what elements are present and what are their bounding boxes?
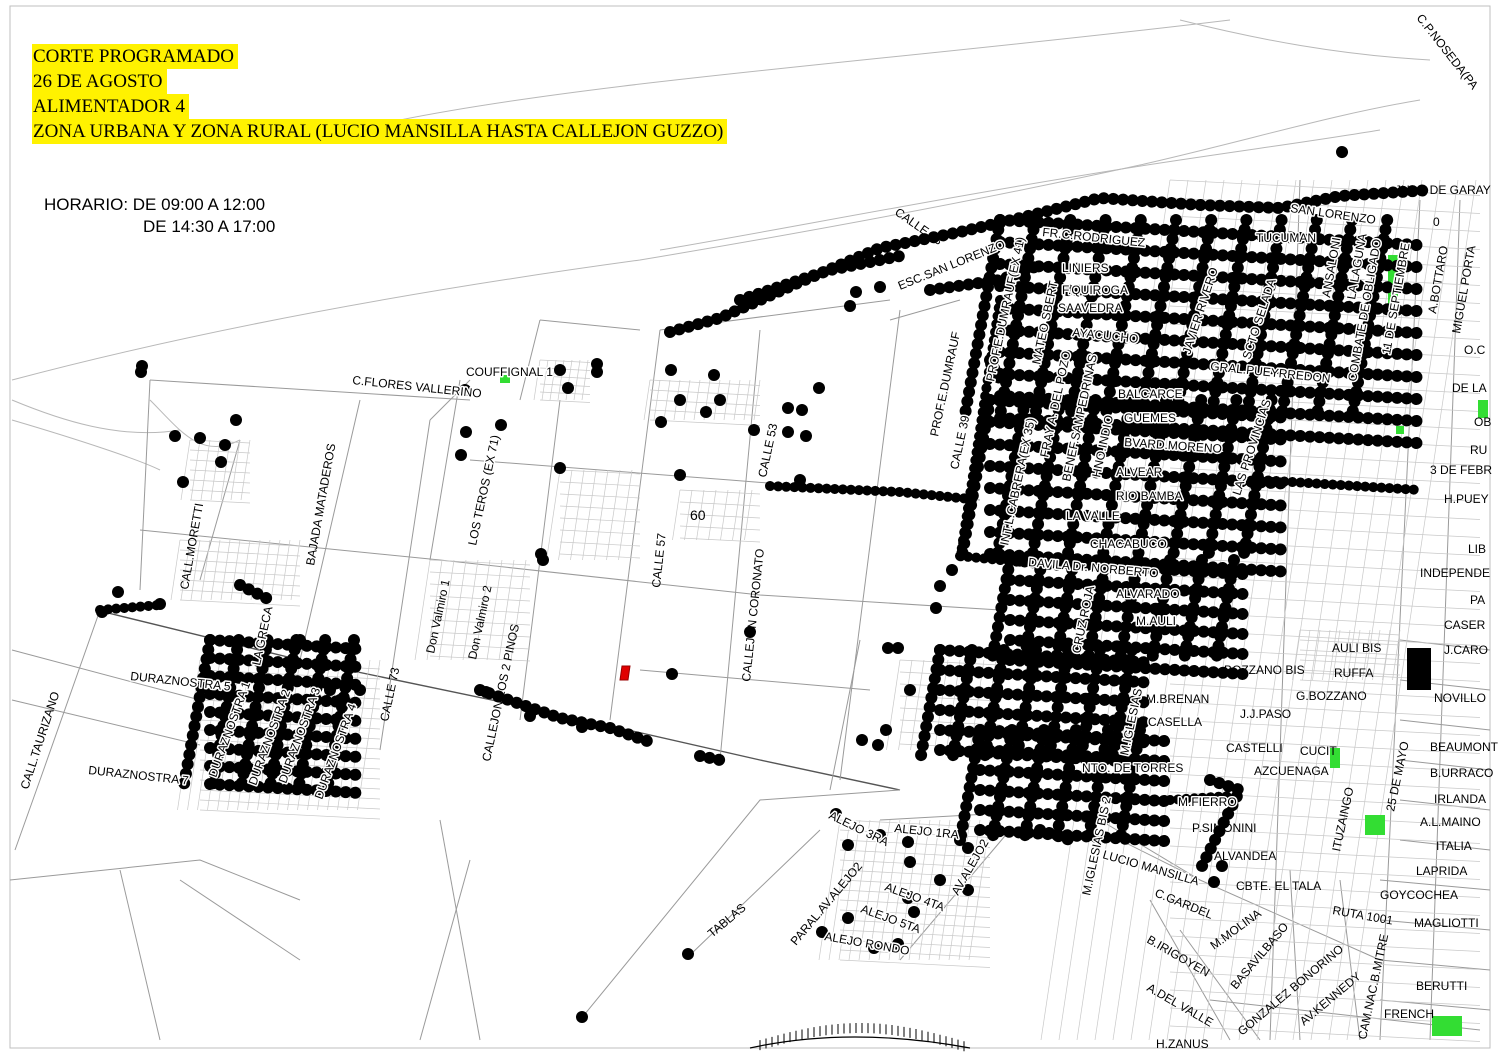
label-caser: CASER xyxy=(1444,618,1486,632)
label-m-brenan: M.BRENAN xyxy=(1146,692,1209,706)
schedule-line-1: HORARIO: DE 09:00 A 12:00 xyxy=(44,195,266,214)
label-call-moretti: CALL.MORETTI xyxy=(177,502,206,590)
label-alejo-rondo: ALEJO RONDO xyxy=(823,929,910,958)
label-lib: LIB xyxy=(1468,542,1486,556)
label-tablas: TABLAS xyxy=(705,901,749,941)
label-c-gardel: C.GARDEL xyxy=(1153,886,1215,922)
label-f-quiroga: F.QUIROGA xyxy=(1062,283,1128,297)
label-auli-bis: AULI BIS xyxy=(1332,641,1381,655)
outage-header: CORTE PROGRAMADO 26 DE AGOSTO ALIMENTADO… xyxy=(32,44,728,144)
label-tucuman: TUCUMAN xyxy=(1256,231,1316,245)
label-irlanda: IRLANDA xyxy=(1434,792,1486,806)
label-pa: PA xyxy=(1470,593,1485,607)
label-rio-bamba: RIO BAMBA xyxy=(1116,489,1183,503)
label-j-caro: J.CARO xyxy=(1444,643,1488,657)
label-alvandea: ALVANDEA xyxy=(1214,849,1276,863)
label-azcuenaga: AZCUENAGA xyxy=(1254,764,1329,778)
label-guemes: GUEMES xyxy=(1124,411,1176,425)
label-m-fierro: M.FIERRO xyxy=(1178,795,1237,809)
label-m-auli: M.AULI xyxy=(1136,614,1176,628)
label-o-c: O.C xyxy=(1464,343,1486,357)
label-h-puey: H.PUEY xyxy=(1444,492,1489,506)
label-los-teros: LOS TEROS (EX 71) xyxy=(465,434,502,547)
label-calle-57: CALLE 57 xyxy=(649,532,669,588)
railway xyxy=(749,1023,971,1052)
label-cero: 0 xyxy=(1433,215,1440,229)
label-berutti: BERUTTI xyxy=(1416,979,1467,993)
label-g-bozzano: G.BOZZANO xyxy=(1296,689,1367,703)
affected-zone xyxy=(95,146,1436,1023)
label-san-lorenzo: SAN LORENZO xyxy=(1290,201,1377,227)
label-a-del-valle: A.DEL VALLE xyxy=(1145,980,1216,1029)
header-date: 26 DE AGOSTO xyxy=(32,69,167,94)
label-balcarce: BALCARCE xyxy=(1118,387,1183,401)
label-juan-de-garay: JUAN DE GARAY xyxy=(1395,183,1491,197)
label-b-urraco: B.URRACO xyxy=(1430,766,1493,780)
label-don-valmiro-1: Don Valmiro 1 xyxy=(423,578,452,655)
header-feeder: ALIMENTADOR 4 xyxy=(32,94,190,119)
cut-marker xyxy=(619,665,631,681)
park xyxy=(1396,426,1404,434)
label-castelli: CASTELLI xyxy=(1226,741,1283,755)
label-callejon-coronato: CALLEJON CORONATO xyxy=(739,548,767,682)
label-nto-torres: NTO. DE TORRES xyxy=(1082,761,1183,775)
label-60: 60 xyxy=(690,507,706,523)
label-ob: OB xyxy=(1474,415,1491,429)
label-magliotti: MAGLIOTTI xyxy=(1414,916,1479,930)
label-ru: RU xyxy=(1470,443,1487,457)
schedule-line-2: DE 14:30 A 17:00 xyxy=(143,217,276,236)
label-h-zanus: H.ZANUS xyxy=(1156,1037,1209,1051)
label-independ: INDEPENDE xyxy=(1420,566,1490,580)
label-jj-paso: J.J.PASO xyxy=(1240,707,1291,721)
label-cbte-el-tala: CBTE. EL TALA xyxy=(1236,879,1321,893)
label-chacabuco: CHACABUCO xyxy=(1090,537,1167,551)
label-calle-39: CALLE 39 xyxy=(947,414,972,471)
label-alvear: ALVEAR xyxy=(1116,465,1163,479)
label-ruffa: RUFFA xyxy=(1334,666,1373,680)
label-ruta-1001: RUTA 1001 xyxy=(1331,903,1394,927)
label-liniers: LINIERS xyxy=(1062,261,1109,275)
label-alvarado: ALVARADO xyxy=(1116,587,1180,601)
substation-block xyxy=(1407,648,1431,690)
label-m-iglesias-bis: M.IGLESIAS BIS 2 xyxy=(1079,795,1114,897)
label-duraznostra-7: DURAZNOSTRA 7 xyxy=(88,763,190,787)
schedule-block: HORARIO: DE 09:00 A 12:00 DE 14:30 A 17:… xyxy=(44,194,275,238)
label-french: FRENCH xyxy=(1384,1007,1434,1021)
park xyxy=(1365,815,1385,835)
label-call-taurizano: CALL.TAURIZANO xyxy=(18,690,63,791)
label-de-la: DE LA xyxy=(1452,381,1487,395)
label-p-simonini: P.SIMONINI xyxy=(1192,821,1256,835)
map-canvas: C.P.NOSEDA(PA JUAN DE GARAY SAN LORENZO … xyxy=(9,5,1499,1052)
label-3-feb: 3 DE FEBR xyxy=(1430,463,1492,477)
label-la-valle: LA VALLE xyxy=(1066,509,1120,523)
label-casella: CASELLA xyxy=(1148,715,1202,729)
label-italia: ITALIA xyxy=(1436,839,1472,853)
header-zone: ZONA URBANA Y ZONA RURAL (LUCIO MANSILLA… xyxy=(32,119,728,144)
label-cucit: CUCIT xyxy=(1300,744,1337,758)
label-cp-noseda: C.P.NOSEDA(PA xyxy=(1414,11,1481,92)
label-a-maino: A.L.MAINO xyxy=(1420,815,1481,829)
label-25-mayo: 25 DE MAYO xyxy=(1383,740,1411,812)
label-novillo: NOVILLO xyxy=(1434,691,1486,705)
label-laprida: LAPRIDA xyxy=(1416,864,1467,878)
label-goycochea: GOYCOCHEA xyxy=(1380,888,1458,902)
map-page: C.P.NOSEDA(PA JUAN DE GARAY SAN LORENZO … xyxy=(0,0,1500,1060)
label-beaumont: BEAUMONT xyxy=(1430,740,1499,754)
park xyxy=(1432,1016,1462,1036)
label-bozzano-bis: BOZZANO BIS xyxy=(1224,663,1305,677)
label-lucio-mansilla: LUCIO MANSILLA xyxy=(1101,847,1200,888)
label-calle-73: CALLE 73 xyxy=(377,666,402,723)
label-coufignal: COUFFIGNAL 1 xyxy=(466,365,553,379)
label-saavedra: SAAVEDRA xyxy=(1058,301,1122,315)
header-title: CORTE PROGRAMADO xyxy=(32,44,239,69)
